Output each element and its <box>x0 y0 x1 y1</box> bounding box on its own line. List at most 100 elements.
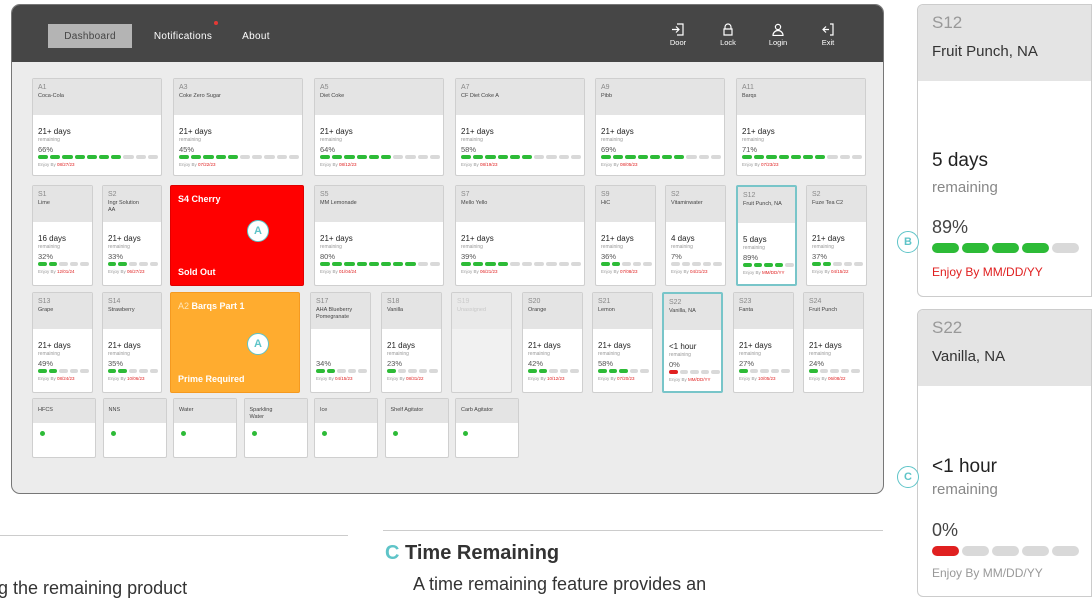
level-segment <box>393 262 404 266</box>
level-bar <box>38 155 158 159</box>
ingredient-tile[interactable]: Shelf Agitator <box>384 398 449 458</box>
product-tile-s22[interactable]: S22 Vanilla, NA <1 hour remaining 0% Enjoy By… <box>662 292 723 393</box>
level-segment <box>546 155 557 159</box>
lock-button[interactable]: Lock <box>708 23 748 47</box>
level-segment <box>674 155 685 159</box>
level-segment <box>429 155 440 159</box>
level-bar <box>38 369 89 373</box>
level-segment <box>69 262 79 266</box>
enjoy-date: 04/15/22 <box>831 269 849 274</box>
ingredient-tile[interactable]: Sparkling Water <box>243 398 308 458</box>
level-segment <box>851 155 862 159</box>
level-segment <box>203 155 214 159</box>
nav-notifications[interactable]: Notifications <box>144 24 222 48</box>
level-bar <box>812 262 863 266</box>
nav-about[interactable]: About <box>234 24 278 48</box>
tile-name: Cherry <box>191 194 221 204</box>
level-segment <box>743 263 752 267</box>
product-tile-a5[interactable]: A5 Diet Coke 21+ days remaining 64% Enjoy By … <box>314 78 444 176</box>
tile-slot: S7 <box>461 191 470 198</box>
product-tile-a11[interactable]: A11 Barqs 21+ days remaining 71% Enjoy By 07/… <box>736 78 866 176</box>
panel-name: Vanilla, NA <box>932 348 1006 365</box>
detail-panel-s12: S12 Fruit Punch, NA 5 days remaining 89%… <box>917 4 1092 297</box>
level-segment <box>785 263 794 267</box>
level-segment <box>98 155 110 159</box>
door-button[interactable]: Door <box>658 23 698 47</box>
panel-percent: 89% <box>932 217 969 237</box>
ingredient-tile[interactable]: Carb Agitator <box>455 398 519 458</box>
product-tile-s13[interactable]: S13 Grape 21+ days remaining 49% Enjoy By 08/… <box>32 292 93 393</box>
product-tile-s23[interactable]: S23 Fanta 21+ days remaining 27% Enjoy By 10/… <box>733 292 794 393</box>
ingredient-tile[interactable]: Water <box>173 398 237 458</box>
product-tile-s20[interactable]: S20 Orange 21+ days remaining 42% Enjoy By 10… <box>522 292 583 393</box>
ingredient-tile[interactable]: Ice <box>314 398 378 458</box>
tile-slot: A1 <box>38 84 47 91</box>
door-label: Door <box>669 38 687 47</box>
level-segment <box>405 262 416 266</box>
product-tile-s24[interactable]: S24 Fruit Punch 21+ days remaining 24% Enjoy … <box>803 292 864 393</box>
product-tile-s2[interactable]: S2 Vitaminwater 4 days remaining 7% Enjoy By … <box>665 185 726 286</box>
product-tile-s2[interactable]: S2 Ingr Solution AA 21+ days remaining 33% En… <box>102 185 162 286</box>
level-segment <box>38 155 49 159</box>
product-tile-s9[interactable]: S9 HiC 21+ days remaining 36% Enjoy By 07/08/… <box>595 185 656 286</box>
callout-a-badge: A <box>247 333 269 355</box>
tile-slot: S14 <box>108 298 121 305</box>
tile-status: Sold Out <box>178 267 216 277</box>
product-tile-s5[interactable]: S5 MM Lemonade 21+ days remaining 80% Enjoy B… <box>314 185 444 286</box>
product-tile-s7[interactable]: S7 Mello Yello 21+ days remaining 39% Enjoy B… <box>455 185 585 286</box>
level-segment <box>661 155 673 159</box>
product-tile-s14[interactable]: S14 Strawberry 21+ days remaining 35% Enjoy B… <box>102 292 162 393</box>
product-tile-s12[interactable]: S12 Fruit Punch, NA 5 days remaining 89% Enjo… <box>736 185 797 286</box>
level-segment <box>497 155 508 159</box>
nav-dashboard[interactable]: Dashboard <box>48 24 132 48</box>
product-tile-s2[interactable]: S2 Fuze Tea C2 21+ days remaining 37% Enjoy B… <box>806 185 867 286</box>
tile-slot: S12 <box>743 192 756 199</box>
tile-time: 16 days <box>38 234 67 243</box>
enjoy-date: 10/05/23 <box>758 376 776 381</box>
status-dot <box>392 431 398 436</box>
level-segment <box>613 155 624 159</box>
enjoy-date: 08/12/23 <box>339 162 357 167</box>
exit-button[interactable]: Exit <box>808 23 848 47</box>
enjoy-prefix: Enjoy By <box>601 162 621 167</box>
enjoy-prefix: Enjoy By <box>38 162 58 167</box>
level-segment <box>179 155 190 159</box>
tile-remaining: remaining <box>742 137 764 143</box>
sold-out-tile-s4[interactable]: S4 Cherry A Sold Out <box>170 185 304 286</box>
tile-remaining: remaining <box>809 351 831 357</box>
product-tile-a1[interactable]: A1 Coca-Cola 21+ days remaining 66% Enjoy By … <box>32 78 162 176</box>
product-tile-s21[interactable]: S21 Lemon 21+ days remaining 58% Enjoy By 07/… <box>592 292 653 393</box>
prime-required-tile-a2[interactable]: A2 Barqs Part 1 A Prime Required <box>170 292 300 393</box>
login-button[interactable]: Login <box>758 23 798 47</box>
tile-remaining: remaining <box>320 244 342 250</box>
ingredient-tile[interactable]: NNS <box>102 398 167 458</box>
level-segment <box>380 262 392 266</box>
level-segment <box>679 370 689 374</box>
tile-slot: A2 <box>178 301 190 311</box>
tile-name: Pibb <box>601 93 613 99</box>
tile-remaining: remaining <box>743 245 765 251</box>
level-segment <box>790 155 801 159</box>
level-segment <box>147 155 158 159</box>
tile-percent: 7% <box>671 252 682 261</box>
level-segment <box>50 155 61 159</box>
level-segment <box>742 155 753 159</box>
level-segment <box>135 155 146 159</box>
level-bar <box>461 262 581 266</box>
tile-time: 21+ days <box>38 341 71 350</box>
product-tile-s1[interactable]: S1 Lime 16 days remaining 32% Enjoy By 12/01/… <box>32 185 93 286</box>
tile-time: 21+ days <box>809 341 842 350</box>
level-segment <box>332 262 343 266</box>
level-segment <box>692 262 701 266</box>
product-tile-s17[interactable]: S17 AHA Blueberry Pomegranate 34% Enjoy By … <box>310 292 371 393</box>
tile-percent: 32% <box>38 252 54 261</box>
tile-remaining: remaining <box>528 351 550 357</box>
product-tile-a3[interactable]: A3 Coke Zero Sugar 21+ days remaining 45% Enj… <box>173 78 303 176</box>
tile-enjoy-by: Enjoy By 04/15/23 <box>316 376 353 381</box>
product-tile-a9[interactable]: A9 Pibb 21+ days remaining 69% Enjoy By 08/05… <box>595 78 725 176</box>
ingredient-tile[interactable]: HFCS <box>32 398 96 458</box>
tile-enjoy-by: Enjoy By 10/12/23 <box>528 376 565 381</box>
product-tile-s18[interactable]: S18 Vanilla 21 days remaining 23% Enjoy By 08… <box>381 292 442 393</box>
level-segment <box>356 262 367 266</box>
product-tile-a7[interactable]: A7 CF Diet Coke A 21+ days remaining 58% Enjo… <box>455 78 585 176</box>
